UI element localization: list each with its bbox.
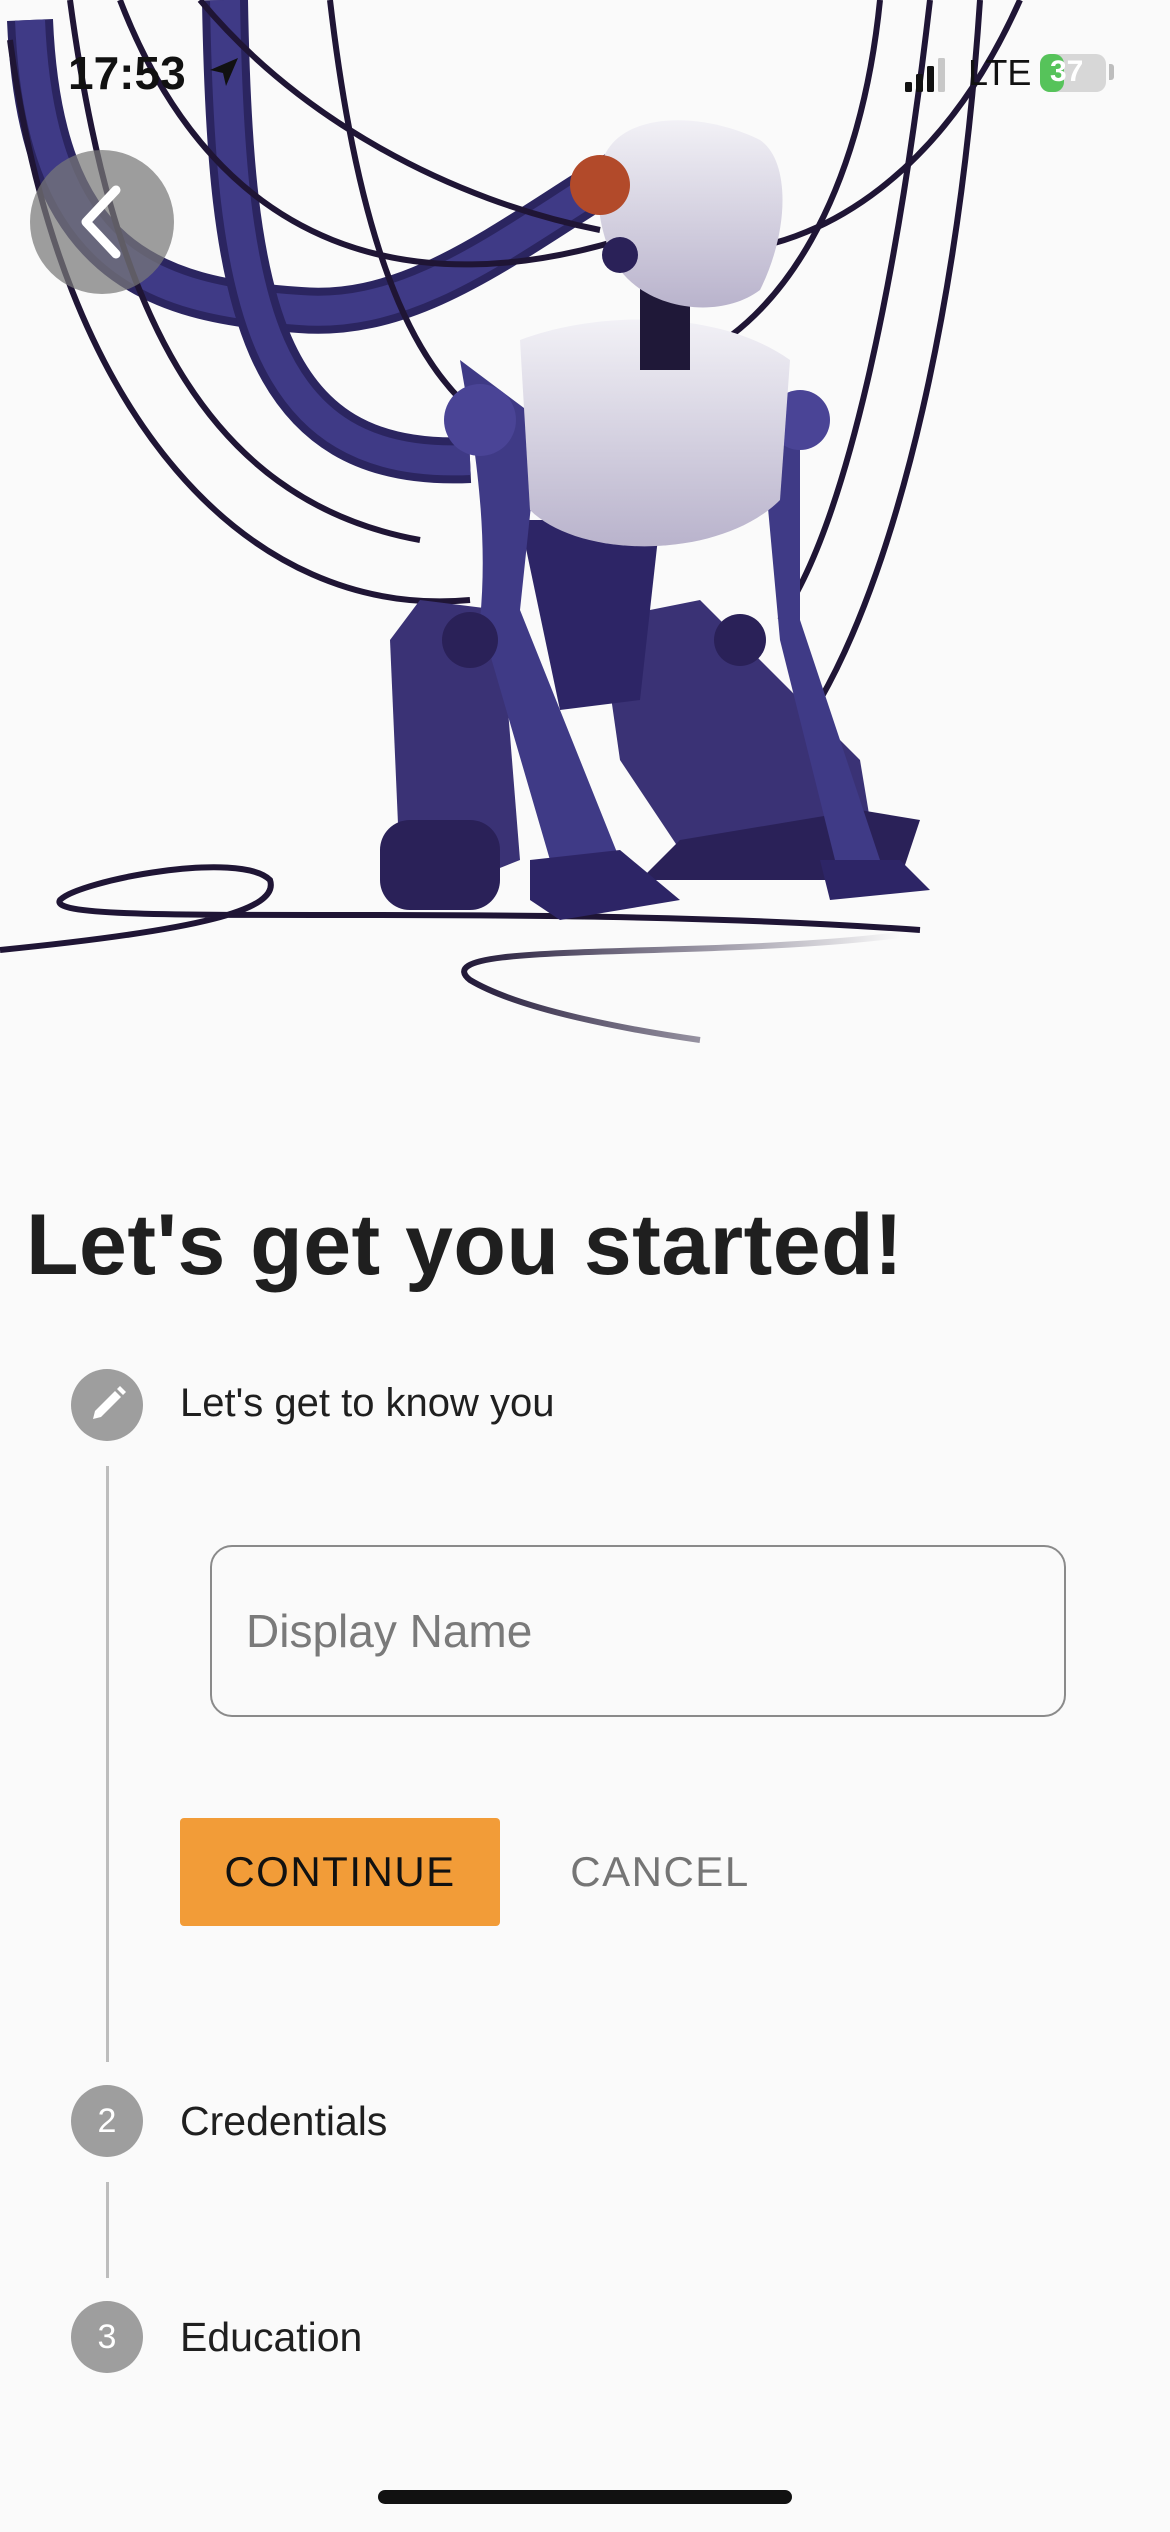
display-name-input[interactable] [210,1545,1066,1717]
step-connector-2 [106,2182,109,2278]
back-button[interactable] [30,150,174,294]
pencil-icon [93,1386,126,1419]
location-arrow-icon [210,58,238,86]
step-2-label[interactable]: Credentials [180,2098,387,2145]
page-title: Let's get you started! [26,1197,904,1293]
status-bar: 17:53 LTE 37 [0,0,1170,150]
status-time: 17:53 [68,47,186,99]
battery-percent: 37 [1050,55,1084,88]
signal-strength-icon [905,58,945,92]
chevron-left-icon [81,185,121,259]
step-2-indicator[interactable]: 2 [71,2085,143,2157]
step-connector-1 [106,1466,109,2062]
battery-tip [1109,64,1114,80]
network-type: LTE [968,52,1032,93]
robot-illustration [0,0,1023,1043]
home-indicator[interactable] [378,2490,792,2504]
step-1-label[interactable]: Let's get to know you [180,1381,555,1426]
continue-button[interactable]: CONTINUE [180,1818,500,1926]
step-3-label[interactable]: Education [180,2314,362,2361]
cancel-button[interactable]: CANCEL [540,1818,780,1926]
step-3-indicator[interactable]: 3 [71,2301,143,2373]
step-1-indicator[interactable] [71,1369,143,1441]
battery-icon: 37 [1040,54,1106,92]
